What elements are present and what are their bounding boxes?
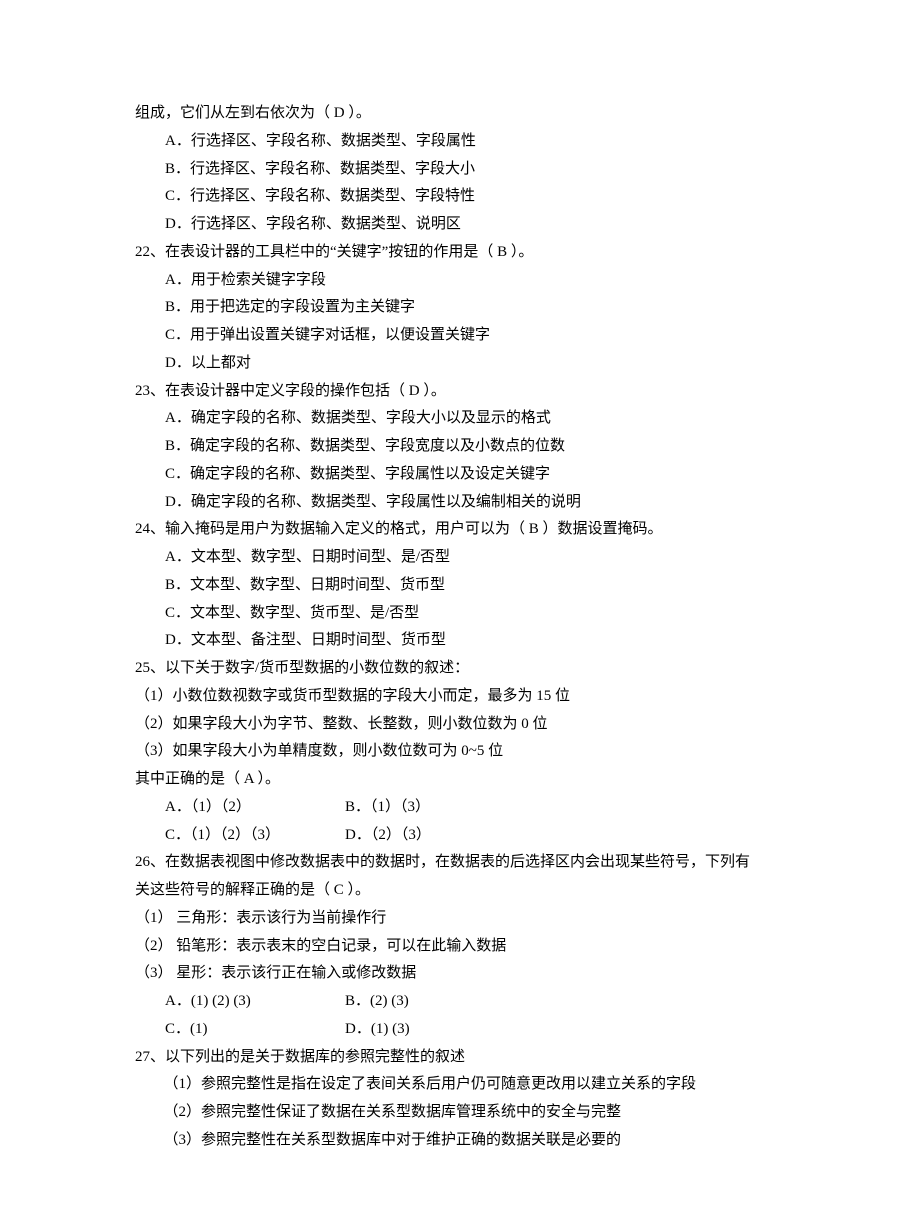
q26-option-c: C．(1)	[165, 1016, 345, 1044]
q24-option-d: D．文本型、备注型、日期时间型、货币型	[135, 627, 800, 655]
q25-sub2: （2）如果字段大小为字节、整数、长整数，则小数位数为 0 位	[135, 711, 800, 739]
q22-stem: 22、在表设计器的工具栏中的“关键字”按钮的作用是（ B ）。	[135, 239, 800, 267]
q26-stem-line2: 关这些符号的解释正确的是（ C ）。	[135, 877, 800, 905]
q21-option-d: D．行选择区、字段名称、数据类型、说明区	[135, 211, 800, 239]
q26-stem-line1: 26、在数据表视图中修改数据表中的数据时，在数据表的后选择区内会出现某些符号，下…	[135, 849, 800, 877]
q26-sub1: （1） 三角形：表示该行为当前操作行	[135, 905, 800, 933]
q21-stem-cont: 组成，它们从左到右依次为（ D ）。	[135, 100, 800, 128]
q25-tail: 其中正确的是（ A ）。	[135, 766, 800, 794]
q27-sub2: （2）参照完整性保证了数据在关系型数据库管理系统中的安全与完整	[135, 1099, 800, 1127]
q27-sub3: （3）参照完整性在关系型数据库中对于维护正确的数据关联是必要的	[135, 1127, 800, 1155]
q27-stem: 27、以下列出的是关于数据库的参照完整性的叙述	[135, 1044, 800, 1072]
q24-option-b: B．文本型、数字型、日期时间型、货币型	[135, 572, 800, 600]
q23-option-c: C．确定字段的名称、数据类型、字段属性以及设定关键字	[135, 461, 800, 489]
q26-sub2: （2） 铅笔形：表示表末的空白记录，可以在此输入数据	[135, 933, 800, 961]
q26-option-d: D．(1) (3)	[345, 1016, 410, 1044]
q21-option-c: C．行选择区、字段名称、数据类型、字段特性	[135, 183, 800, 211]
q24-option-c: C．文本型、数字型、货币型、是/否型	[135, 600, 800, 628]
q25-option-c: C．（1）（2）（3）	[165, 822, 345, 850]
q26-option-b: B．(2) (3)	[345, 988, 409, 1016]
q26-row-cd: C．(1) D．(1) (3)	[135, 1016, 800, 1044]
q22-option-d: D．以上都对	[135, 350, 800, 378]
q22-option-c: C．用于弹出设置关键字对话框，以便设置关键字	[135, 322, 800, 350]
q25-sub3: （3）如果字段大小为单精度数，则小数位数可为 0~5 位	[135, 738, 800, 766]
q25-option-b: B．（1）（3）	[345, 794, 430, 822]
q25-option-a: A．（1）（2）	[165, 794, 345, 822]
q21-option-a: A．行选择区、字段名称、数据类型、字段属性	[135, 128, 800, 156]
q23-option-d: D．确定字段的名称、数据类型、字段属性以及编制相关的说明	[135, 489, 800, 517]
q22-option-b: B．用于把选定的字段设置为主关键字	[135, 294, 800, 322]
q25-sub1: （1）小数位数视数字或货币型数据的字段大小而定，最多为 15 位	[135, 683, 800, 711]
q21-option-b: B．行选择区、字段名称、数据类型、字段大小	[135, 156, 800, 184]
q26-sub3: （3） 星形：表示该行正在输入或修改数据	[135, 960, 800, 988]
q22-option-a: A．用于检索关键字字段	[135, 267, 800, 295]
q23-option-a: A．确定字段的名称、数据类型、字段大小以及显示的格式	[135, 405, 800, 433]
q26-option-a: A．(1) (2) (3)	[165, 988, 345, 1016]
q23-option-b: B．确定字段的名称、数据类型、字段宽度以及小数点的位数	[135, 433, 800, 461]
q23-stem: 23、在表设计器中定义字段的操作包括（ D ）。	[135, 378, 800, 406]
q25-option-d: D．（2）（3）	[345, 822, 431, 850]
q26-row-ab: A．(1) (2) (3) B．(2) (3)	[135, 988, 800, 1016]
q25-row-ab: A．（1）（2） B．（1）（3）	[135, 794, 800, 822]
q24-stem: 24、输入掩码是用户为数据输入定义的格式，用户可以为（ B ）数据设置掩码。	[135, 516, 800, 544]
q24-option-a: A．文本型、数字型、日期时间型、是/否型	[135, 544, 800, 572]
q25-row-cd: C．（1）（2）（3） D．（2）（3）	[135, 822, 800, 850]
q25-stem: 25、以下关于数字/货币型数据的小数位数的叙述：	[135, 655, 800, 683]
q27-sub1: （1）参照完整性是指在设定了表间关系后用户仍可随意更改用以建立关系的字段	[135, 1071, 800, 1099]
